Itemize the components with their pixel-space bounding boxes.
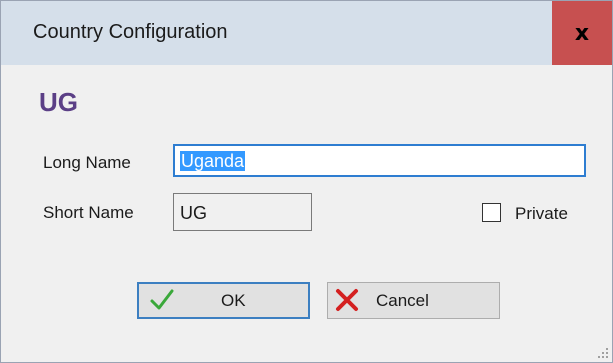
country-configuration-dialog: Country Configuration x UG Long Name Uga…: [0, 0, 613, 363]
title-bar[interactable]: Country Configuration x: [1, 1, 612, 65]
cancel-button[interactable]: Cancel: [327, 282, 500, 319]
window-title: Country Configuration: [33, 21, 228, 43]
close-button[interactable]: x: [552, 1, 612, 65]
country-code-heading: UG: [39, 87, 78, 117]
ok-button-label: OK: [221, 291, 246, 310]
resize-grip-icon[interactable]: [597, 347, 609, 359]
long-name-value: Uganda: [180, 151, 246, 171]
private-label[interactable]: Private: [515, 204, 568, 224]
ok-button[interactable]: OK: [137, 282, 310, 319]
long-name-input[interactable]: Uganda: [173, 144, 586, 177]
long-name-label: Long Name: [43, 153, 131, 172]
cancel-button-label: Cancel: [376, 291, 429, 310]
short-name-label: Short Name: [43, 203, 134, 222]
close-icon: x: [574, 20, 590, 46]
red-x-icon: [336, 289, 358, 311]
short-name-field: UG: [173, 193, 312, 231]
short-name-value: UG: [180, 203, 207, 223]
checkmark-icon: [150, 289, 174, 310]
private-checkbox[interactable]: [482, 203, 501, 222]
